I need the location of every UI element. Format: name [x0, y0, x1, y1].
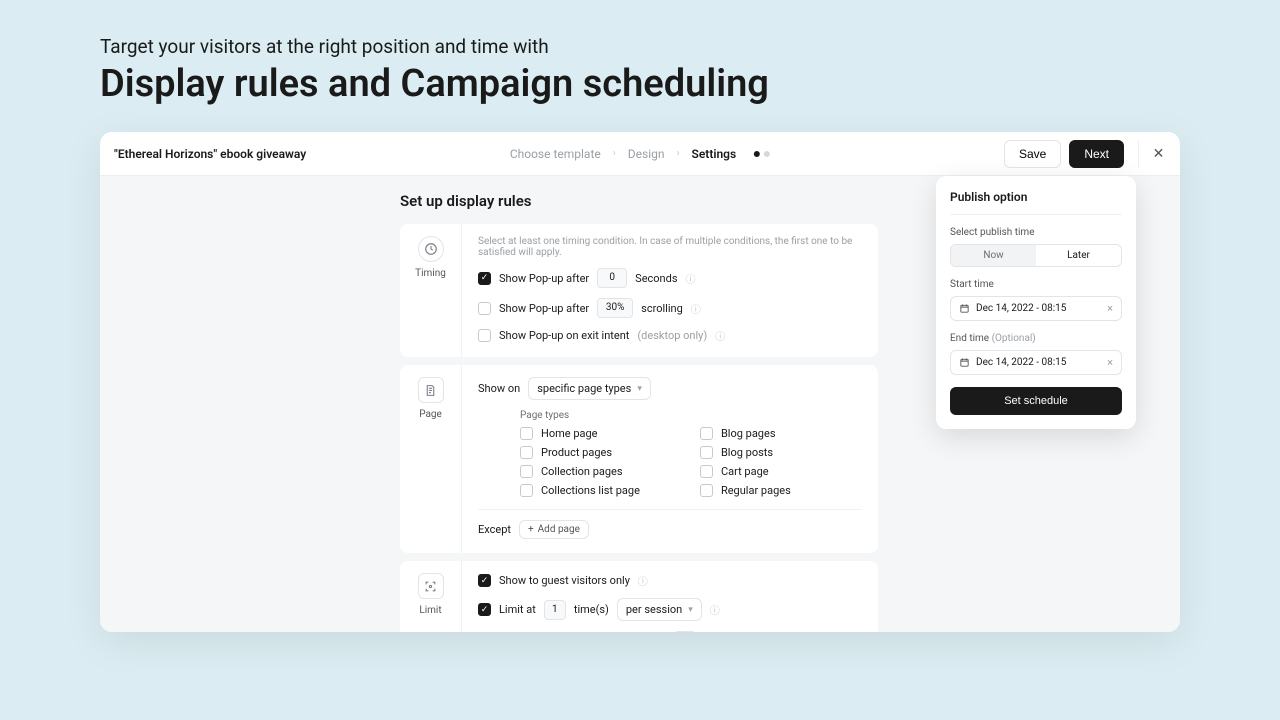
plus-icon: +	[528, 524, 534, 535]
checkbox-page-type[interactable]	[520, 484, 533, 497]
scroll-unit: scrolling	[641, 302, 683, 315]
hero-title: Display rules and Campaign scheduling	[100, 62, 1180, 106]
select-publish-time-label: Select publish time	[950, 227, 1122, 238]
seconds-unit: Seconds	[635, 272, 677, 285]
after-scroll-input[interactable]: 30%	[597, 298, 633, 318]
step-choose-template[interactable]: Choose template	[510, 147, 601, 161]
checkbox-guest-only[interactable]: ✓	[478, 574, 491, 587]
add-page-button[interactable]: + Add page	[519, 520, 589, 539]
limit-at-label: Limit at	[499, 603, 536, 616]
checkbox-after-scroll[interactable]	[478, 302, 491, 315]
page-types-col-left: Home page Product pages Collection pages…	[520, 427, 640, 497]
next-button[interactable]: Next	[1069, 140, 1124, 168]
chevron-right-icon: ›	[613, 148, 616, 159]
info-icon[interactable]: ⓘ	[691, 301, 701, 316]
timing-card: Timing Select at least one timing condit…	[400, 224, 878, 357]
checkbox-page-type[interactable]	[700, 484, 713, 497]
checkbox-page-type[interactable]	[700, 446, 713, 459]
publish-time-segment: Now Later	[950, 244, 1122, 267]
step-progress-dots	[754, 151, 770, 157]
exit-intent-note: (desktop only)	[637, 329, 707, 342]
calendar-icon	[959, 303, 970, 314]
show-on-select[interactable]: specific page types ▾	[528, 377, 651, 400]
limit-card: Limit ✓ Show to guest visitors only ⓘ ✓ …	[400, 561, 878, 632]
except-label: Except	[478, 523, 511, 536]
chevron-down-icon: ▾	[688, 605, 693, 615]
after-seconds-label: Show Pop-up after	[499, 272, 589, 285]
close-icon[interactable]: ✕	[1138, 140, 1166, 168]
segment-later[interactable]: Later	[1036, 245, 1121, 266]
guest-only-label: Show to guest visitors only	[499, 574, 630, 587]
set-schedule-button[interactable]: Set schedule	[950, 387, 1122, 415]
wizard-steps: Choose template › Design › Settings	[510, 147, 770, 161]
start-time-label: Start time	[950, 279, 1122, 290]
save-button[interactable]: Save	[1004, 140, 1061, 168]
info-icon[interactable]: ⓘ	[638, 573, 648, 588]
page-types-col-right: Blog pages Blog posts Cart page Regular …	[700, 427, 791, 497]
clear-icon[interactable]: ×	[1107, 302, 1113, 315]
limit-label: Limit	[419, 605, 441, 616]
end-time-input[interactable]: Dec 14, 2022 - 08:15 ×	[950, 350, 1122, 375]
hero-subtitle: Target your visitors at the right positi…	[100, 35, 1180, 58]
page-icon	[418, 377, 444, 403]
info-icon[interactable]: ⓘ	[715, 328, 725, 343]
checkbox-page-type[interactable]	[520, 427, 533, 440]
page-types-heading: Page types	[520, 410, 862, 421]
clock-icon	[418, 236, 444, 262]
timing-helper: Select at least one timing condition. In…	[478, 236, 862, 258]
checkbox-exit-intent[interactable]	[478, 329, 491, 342]
topbar: "Ethereal Horizons" ebook giveaway Choos…	[100, 132, 1180, 176]
reset-days-input[interactable]: 3	[674, 631, 696, 632]
page-label: Page	[419, 409, 442, 420]
segment-now[interactable]: Now	[951, 245, 1036, 266]
checkbox-page-type[interactable]	[700, 465, 713, 478]
timing-label: Timing	[415, 268, 446, 279]
page-card: Page Show on specific page types ▾ Page …	[400, 365, 878, 553]
publish-panel: Publish option Select publish time Now L…	[936, 176, 1136, 429]
campaign-name: "Ethereal Horizons" ebook giveaway	[114, 147, 306, 161]
checkbox-limit-at[interactable]: ✓	[478, 603, 491, 616]
limit-scope-select[interactable]: per session ▾	[617, 598, 702, 621]
start-time-input[interactable]: Dec 14, 2022 - 08:15 ×	[950, 296, 1122, 321]
after-seconds-input[interactable]: 0	[597, 268, 627, 288]
chevron-down-icon: ▾	[637, 384, 642, 394]
info-icon[interactable]: ⓘ	[710, 602, 720, 617]
step-design[interactable]: Design	[628, 147, 665, 161]
limit-count-input[interactable]: 1	[544, 600, 566, 620]
clear-icon[interactable]: ×	[1107, 356, 1113, 369]
focus-icon	[418, 573, 444, 599]
app-window: "Ethereal Horizons" ebook giveaway Choos…	[100, 132, 1180, 632]
exit-intent-label: Show Pop-up on exit intent	[499, 329, 629, 342]
checkbox-after-seconds[interactable]: ✓	[478, 272, 491, 285]
step-settings[interactable]: Settings	[692, 147, 737, 161]
show-on-label: Show on	[478, 382, 520, 395]
calendar-icon	[959, 357, 970, 368]
end-time-label: End time (Optional)	[950, 333, 1122, 344]
checkbox-page-type[interactable]	[520, 446, 533, 459]
checkbox-page-type[interactable]	[700, 427, 713, 440]
chevron-right-icon: ›	[676, 148, 679, 159]
info-icon[interactable]: ⓘ	[686, 271, 696, 286]
after-scroll-label: Show Pop-up after	[499, 302, 589, 315]
publish-title: Publish option	[950, 190, 1122, 204]
times-label: time(s)	[574, 603, 609, 616]
checkbox-page-type[interactable]	[520, 465, 533, 478]
